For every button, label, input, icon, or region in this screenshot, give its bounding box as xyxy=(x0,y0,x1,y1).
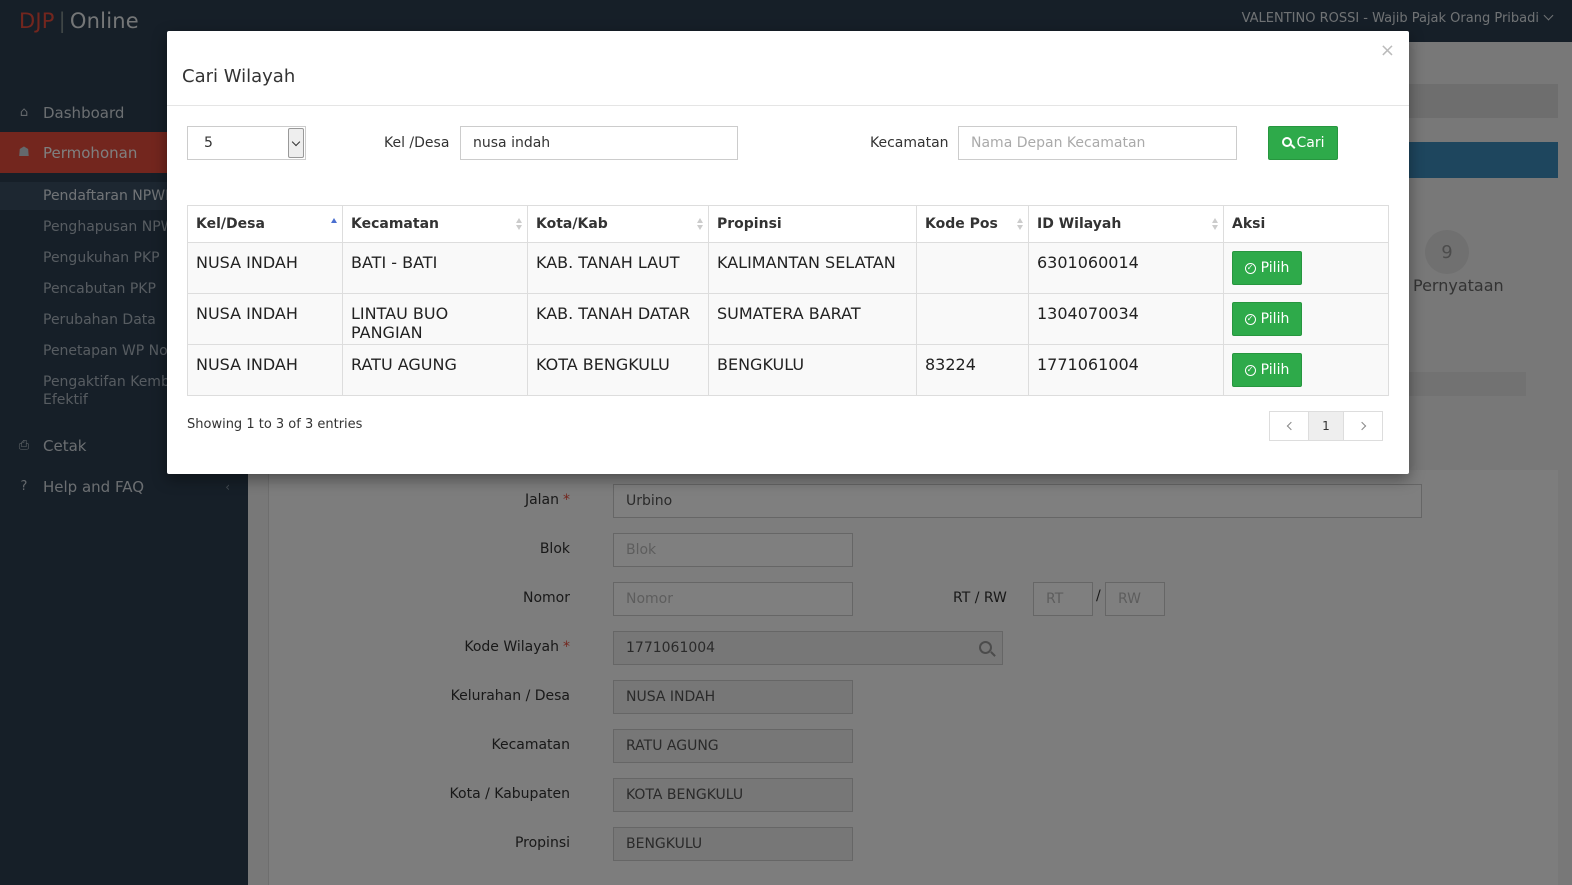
chevron-down-icon[interactable] xyxy=(288,128,304,158)
cell-propinsi: BENGKULU xyxy=(708,344,917,396)
pagination-next[interactable] xyxy=(1343,411,1383,441)
check-circle-icon: ✓ xyxy=(1244,364,1256,376)
cell-aksi: ✓ Pilih xyxy=(1223,293,1389,345)
cari-button-label: Cari xyxy=(1296,135,1325,151)
cell-kode-pos xyxy=(916,293,1029,345)
table-info: Showing 1 to 3 of 3 entries xyxy=(187,417,363,432)
kecamatan-search-label: Kecamatan xyxy=(870,135,949,151)
cell-kode-pos: 83224 xyxy=(916,344,1029,396)
chevron-right-icon xyxy=(1357,421,1366,431)
sort-icon xyxy=(515,218,523,232)
col-header-propinsi[interactable]: Propinsi xyxy=(708,205,917,243)
pilih-button[interactable]: ✓ Pilih xyxy=(1232,353,1302,387)
table-row: NUSA INDAH BATI - BATI KAB. TANAH LAUT K… xyxy=(187,242,1389,294)
cell-kota-kab: KAB. TANAH LAUT xyxy=(527,242,709,294)
cari-wilayah-modal: Cari Wilayah × 5 Kel /Desa Kecamatan Car… xyxy=(167,31,1409,474)
wilayah-table: Kel/Desa Kecamatan Kota/Kab Propinsi Kod… xyxy=(187,205,1389,396)
kecamatan-search-input[interactable] xyxy=(958,126,1237,160)
kel-desa-input[interactable] xyxy=(460,126,738,160)
cell-id-wilayah: 6301060014 xyxy=(1028,242,1224,294)
cari-button[interactable]: Cari xyxy=(1268,126,1338,160)
pilih-button-label: Pilih xyxy=(1260,311,1290,327)
cell-kecamatan: BATI - BATI xyxy=(342,242,528,294)
col-header-aksi: Aksi xyxy=(1223,205,1389,243)
pilih-button[interactable]: ✓ Pilih xyxy=(1232,251,1302,285)
kel-desa-label: Kel /Desa xyxy=(384,135,450,151)
search-plus-icon xyxy=(1281,137,1292,147)
cell-propinsi: KALIMANTAN SELATAN xyxy=(708,242,917,294)
chevron-left-icon xyxy=(1286,421,1295,431)
check-circle-icon: ✓ xyxy=(1244,313,1256,325)
modal-title: Cari Wilayah xyxy=(182,66,296,87)
cell-kel-desa: NUSA INDAH xyxy=(187,293,343,345)
col-header-kota-kab[interactable]: Kota/Kab xyxy=(527,205,709,243)
col-header-kode-pos[interactable]: Kode Pos xyxy=(916,205,1029,243)
page-length-select[interactable]: 5 xyxy=(187,126,306,160)
cell-kota-kab: KOTA BENGKULU xyxy=(527,344,709,396)
sort-icon xyxy=(1211,218,1219,232)
pilih-button-label: Pilih xyxy=(1260,260,1290,276)
cell-kode-pos xyxy=(916,242,1029,294)
table-row: NUSA INDAH LINTAU BUO PANGIAN KAB. TANAH… xyxy=(187,293,1389,345)
sort-asc-icon xyxy=(330,218,338,232)
sort-icon xyxy=(696,218,704,232)
pagination-previous[interactable] xyxy=(1269,411,1309,441)
cell-id-wilayah: 1771061004 xyxy=(1028,344,1224,396)
col-header-kel-desa[interactable]: Kel/Desa xyxy=(187,205,343,243)
pagination: 1 xyxy=(1269,411,1383,441)
modal-divider xyxy=(167,105,1409,106)
cell-aksi: ✓ Pilih xyxy=(1223,344,1389,396)
cell-kel-desa: NUSA INDAH xyxy=(187,344,343,396)
close-icon[interactable]: × xyxy=(1380,40,1395,61)
table-row: NUSA INDAH RATU AGUNG KOTA BENGKULU BENG… xyxy=(187,344,1389,396)
pilih-button-label: Pilih xyxy=(1260,362,1290,378)
col-header-id-wilayah[interactable]: ID Wilayah xyxy=(1028,205,1224,243)
table-header-row: Kel/Desa Kecamatan Kota/Kab Propinsi Kod… xyxy=(187,205,1389,243)
pilih-button[interactable]: ✓ Pilih xyxy=(1232,302,1302,336)
cell-propinsi: SUMATERA BARAT xyxy=(708,293,917,345)
col-header-kecamatan[interactable]: Kecamatan xyxy=(342,205,528,243)
page-length-value: 5 xyxy=(204,135,213,151)
pagination-page-1[interactable]: 1 xyxy=(1308,411,1344,441)
sort-icon xyxy=(1016,218,1024,232)
cell-kel-desa: NUSA INDAH xyxy=(187,242,343,294)
check-circle-icon: ✓ xyxy=(1244,262,1256,274)
cell-id-wilayah: 1304070034 xyxy=(1028,293,1224,345)
cell-aksi: ✓ Pilih xyxy=(1223,242,1389,294)
cell-kecamatan: RATU AGUNG xyxy=(342,344,528,396)
cell-kecamatan: LINTAU BUO PANGIAN xyxy=(342,293,528,345)
cell-kota-kab: KAB. TANAH DATAR xyxy=(527,293,709,345)
